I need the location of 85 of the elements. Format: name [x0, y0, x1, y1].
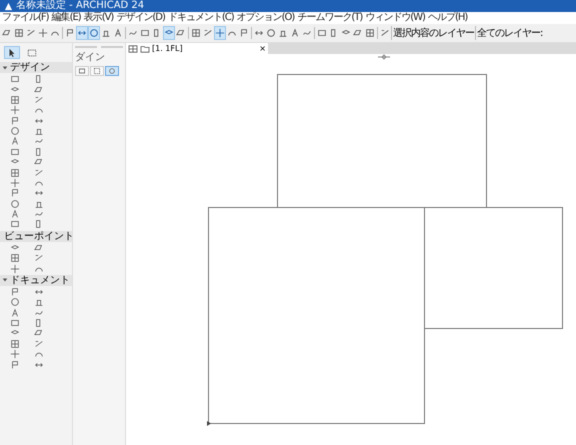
tool-icon[interactable] [34, 126, 44, 136]
tool-icon[interactable] [34, 94, 44, 105]
tool-icon[interactable] [10, 94, 20, 105]
tool-icon [215, 28, 225, 38]
split-handle-icon[interactable] [377, 54, 391, 60]
option-button[interactable] [90, 66, 104, 76]
tool-icon [266, 28, 276, 38]
tool-icon [14, 28, 24, 38]
layer-button[interactable]: 選択内容のレイヤー [391, 26, 475, 40]
tool-icon [38, 28, 48, 38]
origin-marker [207, 421, 211, 426]
toolbar-button[interactable] [88, 26, 100, 40]
menu-item[interactable]: ウィンドウ(W) [365, 12, 425, 24]
tool-icon [239, 28, 249, 38]
close-button[interactable]: × [259, 44, 266, 53]
tool-icon[interactable] [34, 253, 44, 264]
menu-item[interactable]: 表示(V) [84, 12, 114, 24]
menu-item[interactable]: 編集(E) [52, 12, 81, 24]
tool-icon [2, 28, 12, 38]
tool-icon [365, 28, 375, 38]
view-tab[interactable]: [1. 1FL] × [126, 43, 268, 54]
toolbar-button[interactable] [214, 26, 226, 40]
section-header[interactable]: デザイン [0, 62, 72, 73]
grid-icon [128, 44, 138, 52]
tool-icon[interactable] [10, 116, 20, 126]
tool-icon [191, 28, 201, 38]
menu-item[interactable]: ドキュメント(C) [168, 12, 234, 24]
arrow-tool[interactable] [4, 46, 20, 59]
tool-icon[interactable] [34, 297, 44, 308]
tool-icon[interactable] [34, 84, 44, 95]
circle-icon [108, 67, 116, 75]
tool-icon[interactable] [10, 286, 20, 297]
tool-icon[interactable] [10, 74, 20, 84]
tool-icon[interactable] [10, 188, 20, 198]
layer-button[interactable]: 全てのレイヤー: [475, 26, 544, 40]
tool-icon[interactable] [10, 168, 20, 178]
tool-icon[interactable] [10, 198, 20, 209]
tool-icon[interactable] [10, 209, 20, 220]
menu-item[interactable]: ファイル(F) [2, 12, 49, 24]
toolbar-button[interactable] [163, 26, 175, 40]
section-header[interactable]: ドキュメント [0, 274, 72, 286]
tool-icon [113, 28, 123, 38]
caret-icon [2, 64, 8, 70]
tool-icon[interactable] [10, 219, 20, 230]
tool-icon [26, 28, 36, 38]
info-label: ダイン [75, 51, 106, 64]
tool-icon[interactable] [10, 349, 20, 360]
menu-item[interactable]: チームワーク(T) [297, 12, 362, 24]
folder-icon [140, 44, 150, 52]
tool-icon[interactable] [10, 338, 20, 349]
tool-icon [380, 28, 390, 38]
dashed-rectangle-icon [27, 48, 37, 58]
arrow-icon [7, 48, 17, 58]
menu-item[interactable]: ヘルプ(H) [428, 12, 468, 24]
geometry-button[interactable] [75, 66, 89, 76]
tool-icon [65, 28, 75, 38]
toolbar-button[interactable] [37, 26, 49, 40]
tool-icon[interactable] [34, 168, 44, 178]
tool-icon [278, 28, 288, 38]
tool-icon[interactable] [10, 178, 20, 188]
menu-item[interactable]: オプション(O) [236, 12, 294, 24]
tool-icon[interactable] [34, 242, 44, 253]
tool-icon[interactable] [10, 297, 20, 308]
tool-icon[interactable] [10, 264, 20, 274]
tool-icon [203, 28, 213, 38]
settings-button[interactable] [105, 66, 119, 76]
toolbar-button[interactable] [76, 26, 88, 40]
tool-icon [89, 28, 99, 38]
tool-icon[interactable] [10, 360, 20, 370]
tool-icon[interactable] [10, 318, 20, 328]
tool-icon[interactable] [34, 338, 44, 349]
tool-icon [101, 28, 111, 38]
menu-item[interactable]: デザイン(D) [116, 12, 165, 24]
tool-icon[interactable] [10, 126, 20, 136]
tab-label: [1. 1FL] [152, 44, 184, 53]
tool-icon[interactable] [10, 253, 20, 264]
caret-icon [2, 277, 8, 284]
dashed-rectangle-icon [93, 67, 101, 75]
tool-icon[interactable] [10, 105, 20, 116]
tool-icon [290, 28, 300, 38]
rectangle-icon [78, 67, 86, 75]
tool-icon[interactable] [10, 146, 20, 157]
tool-icon[interactable] [10, 308, 20, 318]
tool-icon[interactable] [10, 136, 20, 146]
section-header[interactable]: ビューポイント [0, 230, 72, 242]
